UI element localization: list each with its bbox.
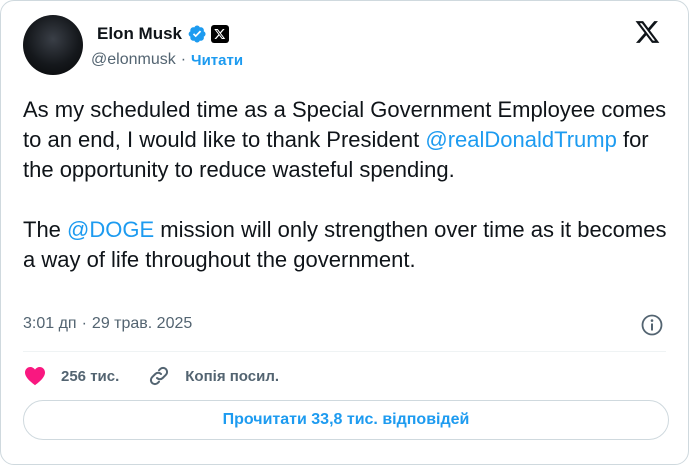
avatar[interactable] (23, 15, 83, 75)
tweet-text: As my scheduled time as a Special Govern… (23, 95, 673, 275)
tweet-text-part: The (23, 217, 68, 242)
x-affiliate-icon[interactable] (211, 25, 230, 43)
author-name-row: Elon Musk (97, 23, 230, 45)
timestamp-separator: · (81, 315, 87, 332)
author-handle[interactable]: @elonmusk (91, 51, 176, 69)
heart-icon (23, 364, 47, 388)
follow-link[interactable]: Читати (191, 52, 243, 69)
tweet-card: Elon Musk @elonmusk · Читати As my sched… (0, 0, 689, 465)
tweet-date: 29 трав. 2025 (91, 315, 193, 332)
copy-link-label: Копія посил. (185, 367, 280, 385)
verified-badge-icon (187, 24, 207, 44)
tweet-time: 3:01 дп (23, 315, 77, 332)
author-display-name[interactable]: Elon Musk (97, 24, 182, 44)
x-logo-icon[interactable] (634, 19, 662, 45)
mention-link[interactable]: @realDonaldTrump (425, 127, 616, 152)
like-count: 256 тис. (61, 367, 120, 385)
read-replies-button[interactable]: Прочитати 33,8 тис. відповідей (23, 400, 669, 440)
like-button[interactable]: 256 тис. (23, 364, 119, 388)
copy-link-button[interactable]: Копія посил. (147, 364, 279, 388)
info-icon[interactable] (640, 313, 664, 337)
link-icon (147, 364, 171, 388)
author-handle-row: @elonmusk · Читати (91, 51, 243, 69)
handle-separator: · (180, 51, 187, 68)
divider (23, 351, 666, 352)
tweet-timestamp[interactable]: 3:01 дп · 29 трав. 2025 (23, 315, 192, 333)
mention-link[interactable]: @DOGE (67, 217, 154, 242)
action-bar: 256 тис. Копія посил. (23, 363, 307, 389)
